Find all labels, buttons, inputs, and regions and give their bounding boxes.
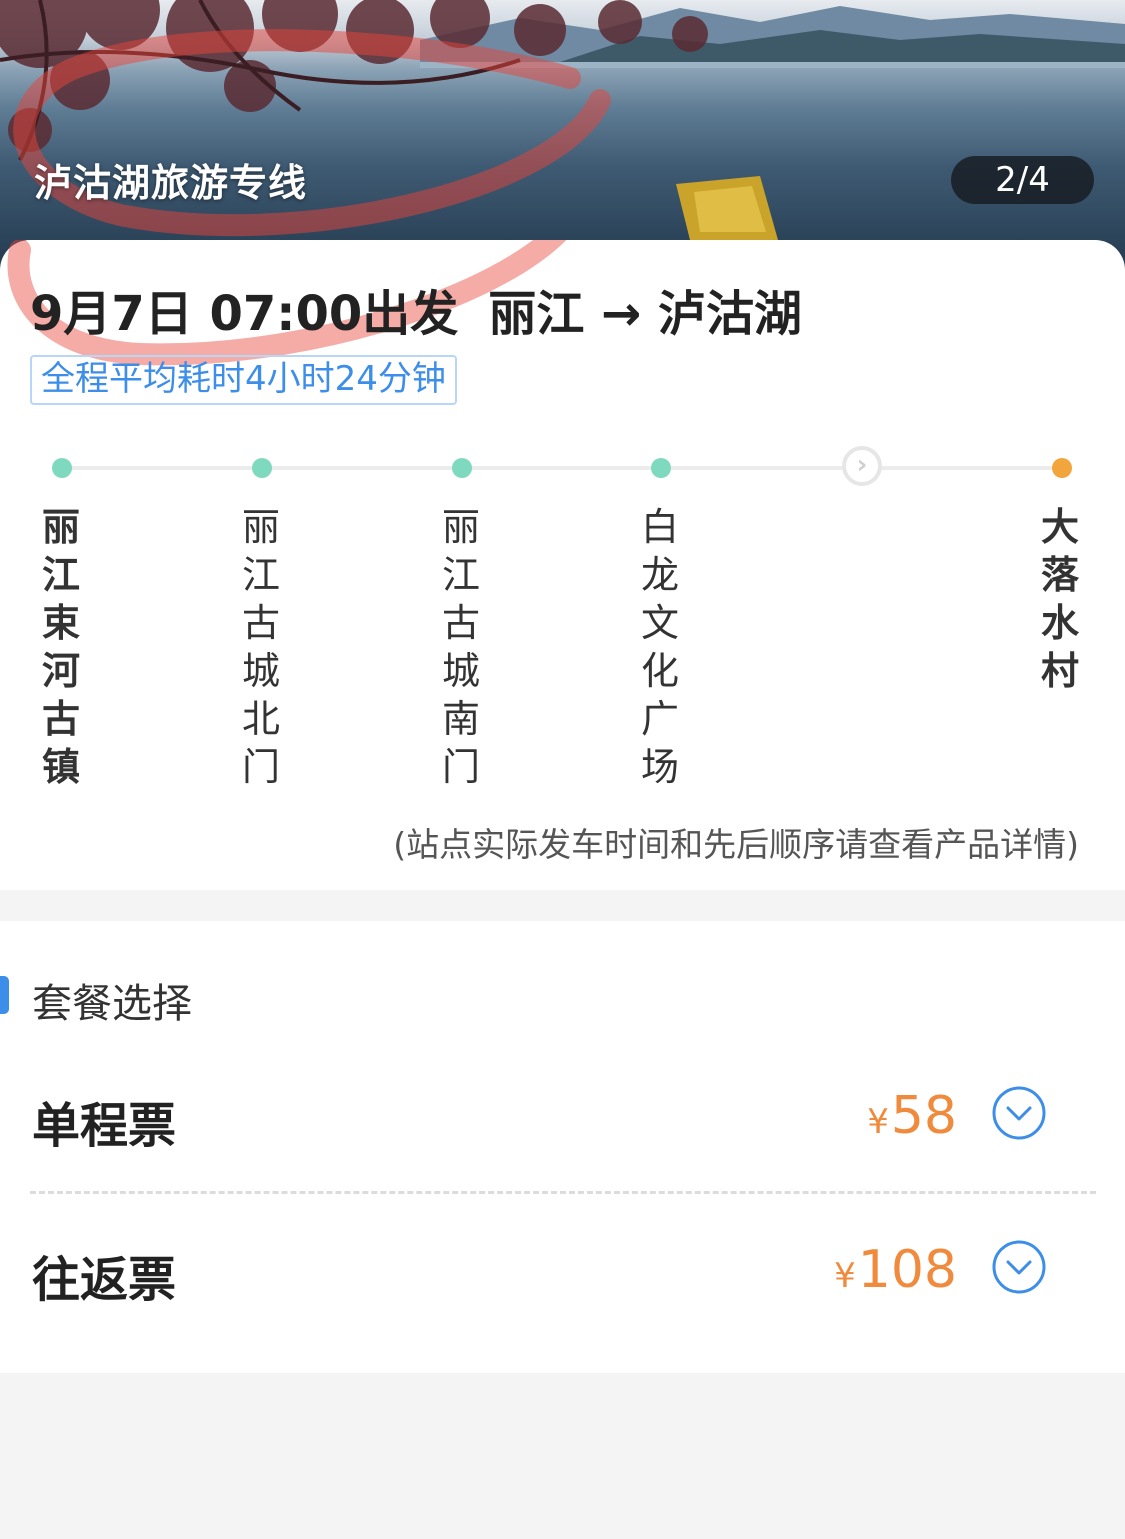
package-section-title: 套餐选择 xyxy=(32,981,192,1027)
stop-dot-3 xyxy=(452,458,472,478)
trip-route: 丽江 → 泸沽湖 xyxy=(488,286,802,342)
duration-badge: 全程平均耗时4小时24分钟 xyxy=(30,355,457,405)
stop-dot-4 xyxy=(651,458,671,478)
stop-name-4: 白龙文化广场 xyxy=(640,505,679,789)
expand-chevron-down-icon[interactable] xyxy=(991,1085,1047,1141)
stop-dot-destination xyxy=(1052,458,1072,478)
package-name: 单程票 xyxy=(32,1098,177,1154)
trip-card: 9月7日 07:00出发 丽江 → 泸沽湖 全程平均耗时4小时24分钟 › 丽江束… xyxy=(0,240,1125,890)
section-accent-bar xyxy=(0,976,9,1014)
image-counter-badge: 2/4 xyxy=(951,156,1094,204)
package-section: 套餐选择 单程票 ¥58 往返票 ¥108 xyxy=(0,921,1125,1373)
stop-dot-2 xyxy=(252,458,272,478)
stop-name-1: 丽江束河古镇 xyxy=(41,505,80,789)
stop-name-3: 丽江古城南门 xyxy=(441,505,480,789)
departure-datetime: 9月7日 07:00出发 xyxy=(30,286,459,342)
expand-chevron-down-icon[interactable] xyxy=(991,1239,1047,1295)
hero-title: 泸沽湖旅游专线 xyxy=(34,161,308,205)
trip-headline: 9月7日 07:00出发 丽江 → 泸沽湖 xyxy=(30,274,802,344)
lake-scenery-image xyxy=(0,0,1125,240)
hero-banner[interactable]: 泸沽湖旅游专线 2/4 xyxy=(0,0,1125,270)
stop-dot-1 xyxy=(52,458,72,478)
dashed-divider xyxy=(30,1191,1096,1194)
more-stops-chevron-icon[interactable]: › xyxy=(842,446,882,486)
stop-name-destination: 大落水村 xyxy=(1040,505,1079,693)
package-name: 往返票 xyxy=(32,1252,177,1308)
stop-name-2: 丽江古城北门 xyxy=(241,505,280,789)
package-price: ¥108 xyxy=(834,1240,957,1300)
package-row-one-way[interactable]: 单程票 ¥58 xyxy=(0,1056,1125,1176)
stops-note: (站点实际发车时间和先后顺序请查看产品详情) xyxy=(393,825,1079,864)
route-track-line xyxy=(62,466,1062,470)
package-price: ¥58 xyxy=(867,1086,957,1146)
package-row-round-trip[interactable]: 往返票 ¥108 xyxy=(0,1210,1125,1330)
